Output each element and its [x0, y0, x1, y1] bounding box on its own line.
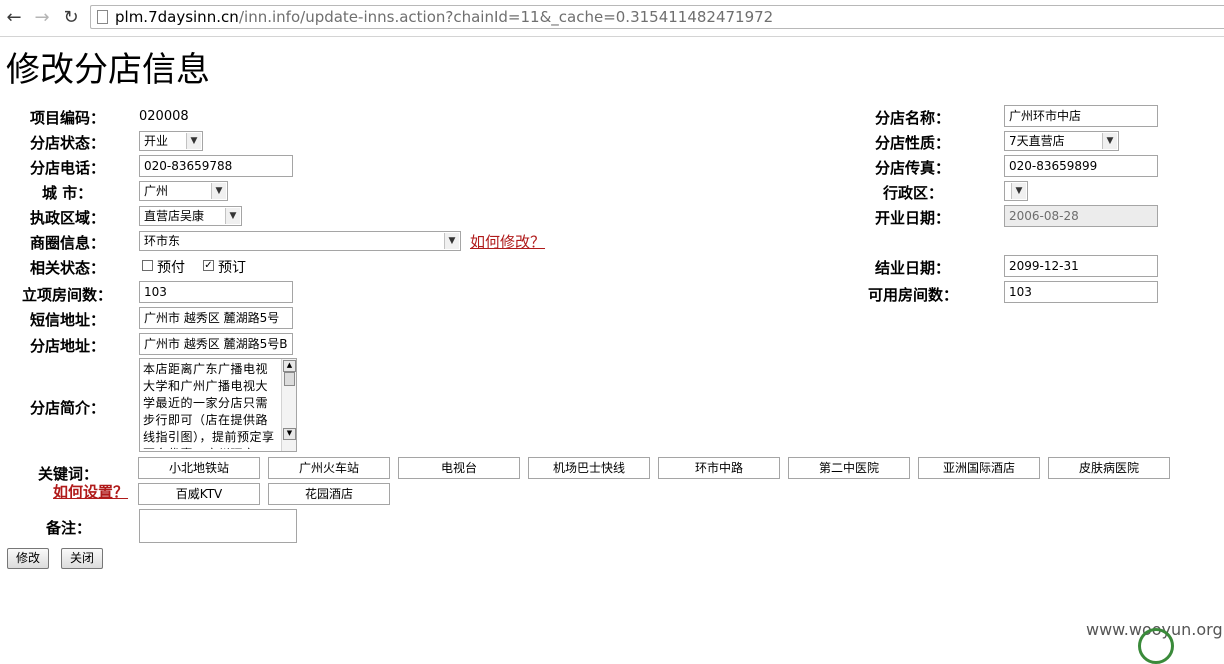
keyword-tag[interactable]: 广州火车站 — [268, 457, 390, 479]
keyword-tag[interactable]: 机场巴士快线 — [528, 457, 650, 479]
address-label: 分店地址： — [30, 337, 106, 355]
keyword-tag[interactable]: 电视台 — [398, 457, 520, 479]
end-date-label: 结业日期： — [875, 259, 951, 277]
admin-district-select[interactable]: ▼ — [1004, 181, 1028, 201]
open-date-label: 开业日期： — [875, 209, 951, 227]
name-input[interactable]: 广州环市中店 — [1004, 105, 1158, 127]
url-path: /inn.info/update-inns.action?chainId=11&… — [239, 8, 774, 26]
status-select[interactable]: 开业 ▼ — [139, 131, 203, 151]
keyword-tag[interactable]: 花园酒店 — [268, 483, 390, 505]
phone-input[interactable]: 020-83659788 — [139, 155, 293, 177]
chevron-down-icon: ▼ — [211, 183, 226, 199]
page-title: 修改分店信息 — [6, 50, 210, 90]
district-area-select[interactable]: 直营店吴康 ▼ — [139, 206, 242, 226]
intro-scrollbar[interactable]: ▲ ▼ — [281, 359, 296, 451]
nature-select[interactable]: 7天直营店 ▼ — [1004, 131, 1119, 151]
page-icon — [97, 10, 108, 24]
name-label: 分店名称： — [875, 109, 951, 127]
booking-label: 预订 — [218, 260, 246, 276]
intro-label: 分店简介： — [30, 399, 106, 417]
close-button[interactable]: 关闭 — [61, 548, 103, 569]
keyword-tag[interactable]: 百威KTV — [138, 483, 260, 505]
related-status-label: 相关状态： — [30, 259, 106, 277]
forward-arrow-icon[interactable]: → — [32, 8, 52, 28]
modify-button[interactable]: 修改 — [7, 548, 49, 569]
city-label: 城 市： — [42, 184, 93, 202]
business-circle-label: 商圈信息： — [30, 234, 106, 252]
prepay-label: 预付 — [157, 260, 185, 276]
project-code-value: 020008 — [139, 109, 189, 124]
end-date-input[interactable]: 2099-12-31 — [1004, 255, 1158, 277]
scroll-down-icon[interactable]: ▼ — [283, 428, 296, 440]
business-circle-select[interactable]: 环市东 ▼ — [139, 231, 461, 251]
approved-rooms-label: 立项房间数： — [22, 286, 113, 304]
watermark-logo-icon — [1138, 628, 1174, 664]
scroll-thumb[interactable] — [284, 372, 295, 386]
chevron-down-icon: ▼ — [225, 208, 240, 224]
nature-label: 分店性质： — [875, 134, 951, 152]
city-select[interactable]: 广州 ▼ — [139, 181, 228, 201]
keyword-tag[interactable]: 皮肤病医院 — [1048, 457, 1170, 479]
keyword-tag[interactable]: 亚洲国际酒店 — [918, 457, 1040, 479]
intro-text: 本店距离广东广播电视大学和广州广播电视大学最近的一家分店只需步行即可（店在提供路… — [143, 362, 275, 449]
status-select-value: 开业 — [144, 134, 169, 148]
address-bar[interactable]: plm.7daysinn.cn /inn.info/update-inns.ac… — [90, 5, 1224, 29]
scroll-up-icon[interactable]: ▲ — [283, 360, 296, 372]
intro-textarea[interactable]: 本店距离广东广播电视大学和广州广播电视大学最近的一家分店只需步行即可（店在提供路… — [139, 358, 297, 452]
nature-select-value: 7天直营店 — [1009, 134, 1065, 148]
chevron-down-icon: ▼ — [444, 233, 459, 249]
admin-district-label: 行政区： — [883, 184, 944, 202]
district-area-select-value: 直营店吴康 — [144, 209, 205, 223]
sms-address-input[interactable]: 广州市 越秀区 麓湖路5号 — [139, 307, 293, 329]
available-rooms-input[interactable]: 103 — [1004, 281, 1158, 303]
how-to-edit-link[interactable]: 如何修改？ — [470, 231, 545, 252]
reload-icon[interactable]: ↻ — [61, 8, 81, 28]
sms-address-label: 短信地址： — [30, 311, 106, 329]
fax-label: 分店传真： — [875, 159, 951, 177]
keyword-tag[interactable]: 第二中医院 — [788, 457, 910, 479]
district-area-label: 执政区域： — [30, 209, 106, 227]
city-select-value: 广州 — [144, 184, 169, 198]
status-label: 分店状态： — [30, 134, 106, 152]
keyword-tag[interactable]: 小北地铁站 — [138, 457, 260, 479]
back-arrow-icon[interactable]: ← — [4, 8, 24, 28]
remark-label: 备注： — [46, 519, 92, 537]
project-code-label: 项目编码： — [30, 109, 106, 127]
approved-rooms-input[interactable]: 103 — [139, 281, 293, 303]
business-circle-select-value: 环市东 — [144, 234, 181, 248]
address-input[interactable]: 广州市 越秀区 麓湖路5号B — [139, 333, 293, 355]
chevron-down-icon: ▼ — [1011, 183, 1026, 199]
remark-textarea[interactable] — [139, 509, 297, 543]
chevron-down-icon: ▼ — [186, 133, 201, 149]
fax-input[interactable]: 020-83659899 — [1004, 155, 1158, 177]
browser-toolbar: ← → ↻ plm.7daysinn.cn /inn.info/update-i… — [0, 0, 1224, 37]
how-to-set-link[interactable]: 如何设置？ — [53, 481, 128, 502]
available-rooms-label: 可用房间数： — [868, 286, 959, 304]
prepay-checkbox[interactable] — [142, 260, 153, 271]
open-date-input: 2006-08-28 — [1004, 205, 1158, 227]
url-host: plm.7daysinn.cn — [115, 8, 239, 26]
booking-checkbox[interactable]: ✓ — [203, 260, 214, 271]
phone-label: 分店电话： — [30, 159, 106, 177]
chevron-down-icon: ▼ — [1102, 133, 1117, 149]
keyword-tag[interactable]: 环市中路 — [658, 457, 780, 479]
